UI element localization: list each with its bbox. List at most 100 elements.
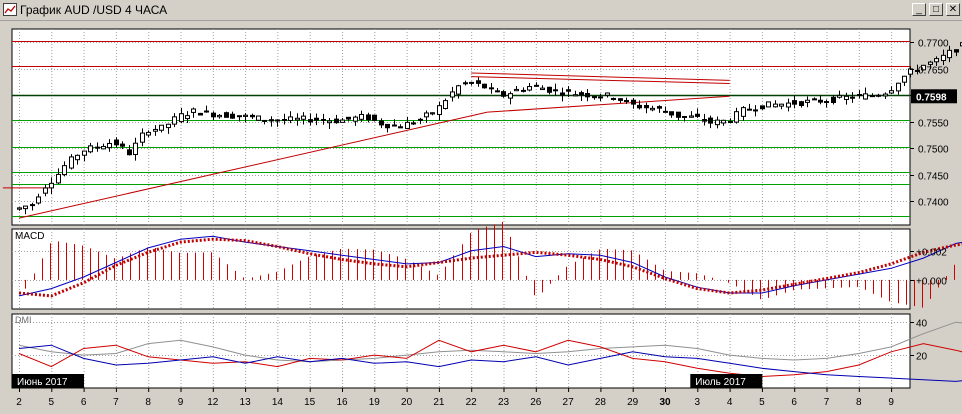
month-label: Июль 2017 — [695, 377, 746, 388]
candle-body — [30, 204, 35, 207]
candle-body — [159, 124, 164, 131]
candle-body — [721, 119, 726, 124]
candle-body — [456, 85, 461, 95]
maximize-button[interactable]: □ — [929, 3, 943, 16]
candle-body — [534, 84, 539, 87]
candle-body — [463, 82, 468, 85]
candle-body — [805, 99, 810, 103]
candle-body — [689, 115, 694, 118]
candle-body — [637, 104, 642, 109]
candle-body — [224, 112, 229, 118]
candle-body — [863, 93, 868, 100]
price-tick-label: 0.7700 — [918, 39, 949, 50]
last-price-label: 0.7598 — [916, 92, 947, 103]
candle-body — [340, 119, 345, 123]
time-tick-label: 19 — [369, 397, 381, 408]
candle-body — [501, 91, 506, 97]
time-tick-label: 21 — [433, 397, 445, 408]
candle-body — [514, 88, 519, 92]
time-tick-label: 6 — [81, 397, 87, 408]
price-tick-label: 0.7500 — [918, 145, 949, 156]
candle-body — [786, 102, 791, 108]
candle-body — [392, 124, 397, 127]
chart-area[interactable]: 0.77000.76500.76000.75500.75000.74500.74… — [0, 21, 962, 414]
candle-body — [657, 106, 662, 109]
candle-body — [385, 123, 390, 129]
candle-body — [482, 83, 487, 89]
candle-body — [611, 97, 616, 100]
time-tick-label: 26 — [530, 397, 542, 408]
candle-body — [663, 110, 668, 113]
close-button[interactable]: ✕ — [946, 3, 960, 16]
candle-body — [844, 95, 849, 100]
candle-body — [857, 94, 862, 97]
candle-body — [941, 54, 946, 62]
time-tick-label: 16 — [336, 397, 348, 408]
candle-body — [954, 49, 959, 53]
candle-body — [876, 94, 881, 97]
candle-body — [773, 103, 778, 108]
time-tick-label: 20 — [401, 397, 413, 408]
macd-tick-label: +0.000 — [916, 277, 947, 288]
candle-body — [166, 123, 171, 129]
candle-body — [120, 143, 125, 147]
time-tick-label: 28 — [595, 397, 607, 408]
candle-body — [418, 118, 423, 121]
candle-body — [185, 115, 190, 120]
candle-body — [495, 90, 500, 93]
candle-body — [250, 114, 255, 118]
candle-body — [469, 81, 474, 84]
candle-body — [902, 75, 907, 83]
macd-panel — [11, 228, 911, 310]
candle-body — [760, 105, 765, 110]
candle-body — [133, 142, 138, 155]
candle-body — [114, 139, 119, 146]
macd-tick-label: +0.002 — [916, 248, 947, 259]
time-tick-label: 2 — [16, 397, 22, 408]
candle-body — [308, 119, 313, 123]
candle-body — [282, 118, 287, 121]
candle-body — [23, 205, 28, 210]
candle-body — [179, 113, 184, 123]
candle-body — [896, 82, 901, 92]
candle-body — [243, 114, 248, 117]
time-tick-label: 15 — [304, 397, 316, 408]
candle-body — [779, 103, 784, 107]
candle-body — [682, 115, 687, 118]
candle-body — [301, 115, 306, 120]
month-label: Июнь 2017 — [17, 377, 68, 388]
time-tick-label: 13 — [240, 397, 252, 408]
time-tick-label: 3 — [695, 397, 701, 408]
minimize-button[interactable]: _ — [912, 3, 926, 16]
candle-body — [728, 121, 733, 124]
candle-body — [799, 101, 804, 107]
time-tick-label: 8 — [145, 397, 151, 408]
candle-body — [327, 120, 332, 124]
candle-body — [146, 131, 151, 136]
candle-body — [831, 96, 836, 103]
time-tick-label: 27 — [563, 397, 575, 408]
candle-body — [540, 87, 545, 91]
candle-body — [359, 113, 364, 120]
candle-body — [314, 117, 319, 121]
candle-body — [753, 109, 758, 112]
dmi-title: DMI — [15, 315, 32, 325]
candle-body — [262, 119, 267, 122]
candle-body — [766, 101, 771, 108]
candle-body — [489, 87, 494, 90]
time-tick-label: 12 — [207, 397, 219, 408]
candle-body — [476, 80, 481, 84]
candle-body — [824, 101, 829, 104]
price-tick-label: 0.7400 — [918, 198, 949, 209]
candle-body — [56, 173, 61, 184]
candle-body — [702, 119, 707, 122]
candle-body — [708, 117, 713, 124]
time-tick-label: 29 — [627, 397, 639, 408]
price-tick-label: 0.7650 — [918, 66, 949, 77]
time-tick-label: 9 — [178, 397, 184, 408]
chart-window-icon — [3, 3, 17, 16]
candle-body — [288, 116, 293, 121]
candle-body — [870, 95, 875, 98]
candle-body — [553, 89, 558, 92]
time-tick-label: 8 — [856, 397, 862, 408]
